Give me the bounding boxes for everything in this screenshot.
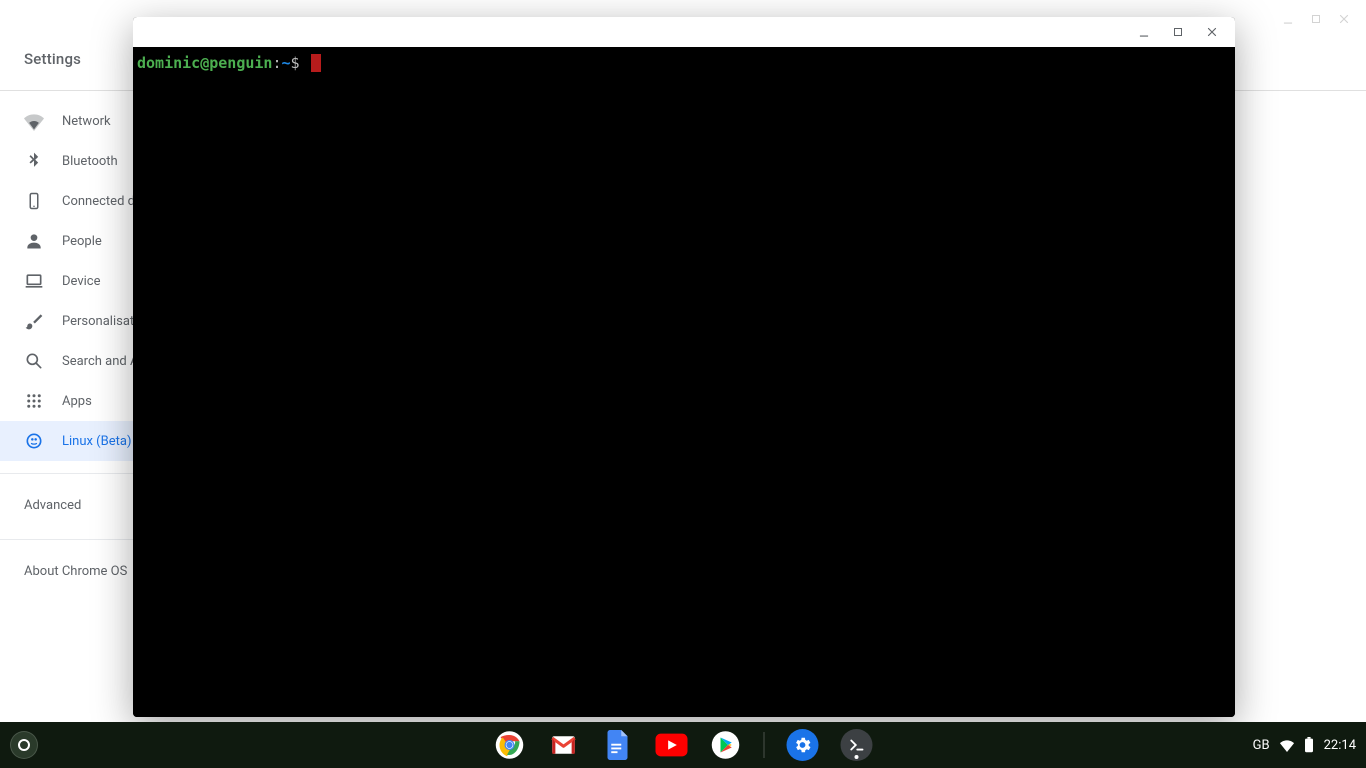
sidebar-item-label: Network [62, 114, 111, 129]
chromeos-shelf: GB 22:14 [0, 722, 1366, 768]
sidebar-item-label: Device [62, 274, 101, 289]
shelf-pinned-apps [494, 729, 873, 761]
launcher-icon [18, 739, 30, 751]
search-icon [24, 351, 44, 371]
shelf-app-terminal[interactable] [841, 729, 873, 761]
settings-minimize-button[interactable] [1274, 5, 1302, 33]
terminal-prompt-symbol: $ [291, 54, 300, 72]
terminal-body[interactable]: dominic@penguin:~$ [133, 47, 1235, 717]
shelf-app-youtube[interactable] [656, 729, 688, 761]
terminal-titlebar[interactable] [133, 17, 1235, 47]
shelf-app-play-store[interactable] [710, 729, 742, 761]
shelf-app-chrome[interactable] [494, 729, 526, 761]
status-time: 22:14 [1324, 738, 1356, 753]
battery-status-icon [1304, 737, 1314, 753]
shelf-left [10, 731, 38, 759]
sidebar-item-label: Bluetooth [62, 154, 118, 169]
sidebar-item-label: Apps [62, 394, 92, 409]
shelf-divider [764, 732, 765, 758]
settings-close-button[interactable] [1330, 5, 1358, 33]
terminal-prompt-path: ~ [282, 54, 291, 72]
shelf-app-settings[interactable] [787, 729, 819, 761]
terminal-cursor [311, 54, 321, 72]
shelf-app-docs[interactable] [602, 729, 634, 761]
linux-icon [24, 431, 44, 451]
wifi-icon [24, 111, 44, 131]
terminal-window: dominic@penguin:~$ [133, 17, 1235, 717]
status-keyboard-layout: GB [1253, 738, 1270, 753]
terminal-maximize-button[interactable] [1161, 18, 1195, 46]
phone-icon [24, 191, 44, 211]
bluetooth-icon [24, 151, 44, 171]
shelf-app-gmail[interactable] [548, 729, 580, 761]
laptop-icon [24, 271, 44, 291]
terminal-close-button[interactable] [1195, 18, 1229, 46]
apps-grid-icon [24, 391, 44, 411]
launcher-button[interactable] [10, 731, 38, 759]
terminal-minimize-button[interactable] [1127, 18, 1161, 46]
wifi-status-icon [1280, 738, 1294, 752]
sidebar-item-label: People [62, 234, 102, 249]
shelf-status-tray[interactable]: GB 22:14 [1253, 737, 1356, 753]
sidebar-item-label: Linux (Beta) [62, 434, 131, 449]
terminal-prompt-user-host: dominic@penguin [137, 54, 272, 72]
brush-icon [24, 311, 44, 331]
settings-maximize-button[interactable] [1302, 5, 1330, 33]
terminal-prompt-separator: : [272, 54, 281, 72]
shelf-active-indicator [855, 755, 859, 759]
person-icon [24, 231, 44, 251]
